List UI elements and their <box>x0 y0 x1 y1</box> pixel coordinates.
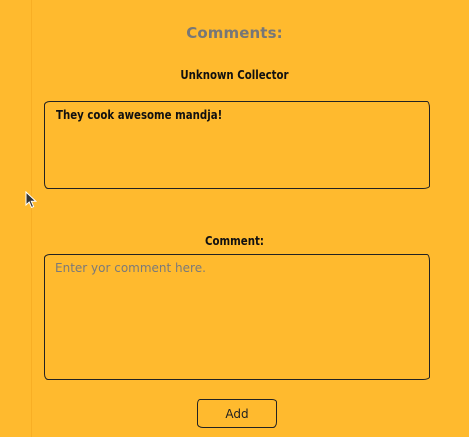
comment-label: Comment: <box>205 234 264 248</box>
comment-author: Unknown Collector <box>180 68 289 82</box>
existing-comment-text: They cook awesome mandja! <box>56 108 223 122</box>
comment-input[interactable] <box>45 255 429 379</box>
existing-comment-box: They cook awesome mandja! <box>44 101 430 189</box>
add-button[interactable]: Add <box>197 399 277 428</box>
comment-input-container <box>44 254 430 380</box>
left-divider <box>31 0 32 437</box>
mouse-pointer-icon <box>25 191 38 209</box>
page-title: Comments: <box>186 24 283 42</box>
